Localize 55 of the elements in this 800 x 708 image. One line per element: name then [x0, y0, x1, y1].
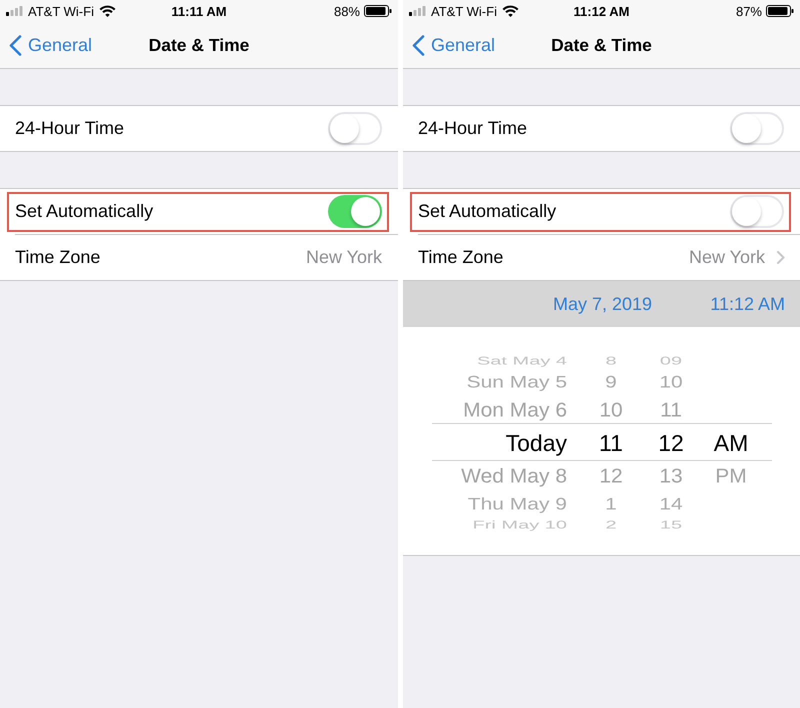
carrier-name: AT&T Wi-Fi [28, 4, 94, 18]
toggle-switch[interactable] [328, 112, 382, 145]
date-value[interactable]: May 7, 2019 [553, 290, 652, 318]
picker-period-item[interactable]: AM [714, 432, 748, 454]
picker-date-item[interactable]: Sat May 4 [476, 355, 567, 367]
signal-icon [409, 6, 426, 16]
battery-icon [766, 5, 794, 17]
screen-title: Date & Time [148, 34, 250, 57]
setting-label: Time Zone [418, 246, 504, 269]
signal-icon [6, 6, 23, 16]
setting-label: 24-Hour Time [418, 117, 528, 140]
picker-date-item[interactable]: Fri May 10 [472, 519, 567, 531]
setting-value: New York [306, 246, 382, 269]
picker-minute-item[interactable]: 13 [659, 466, 683, 486]
chevron-left-icon [412, 34, 425, 56]
picker-date-item[interactable]: Today [506, 432, 567, 454]
picker-minute-item[interactable]: 11 [660, 400, 682, 420]
setting-label: Time Zone [15, 246, 100, 269]
setting-value: New York [688, 246, 765, 269]
status-time: 11:11 AM [171, 4, 227, 18]
picker-hour-item[interactable]: 8 [605, 355, 617, 367]
picker-date-item[interactable]: Mon May 6 [463, 400, 567, 420]
carrier-name: AT&T Wi-Fi [431, 4, 497, 18]
picker-hour-item[interactable]: 12 [599, 466, 623, 486]
picker-minute-item[interactable]: 10 [659, 374, 683, 390]
picker-hour-item[interactable]: 11 [599, 432, 623, 454]
setting-label: Set Automatically [15, 200, 154, 223]
picker-period-item[interactable]: PM [715, 466, 747, 486]
back-button[interactable]: General [403, 32, 496, 58]
picker-hour-item[interactable]: 2 [605, 519, 617, 531]
picker-hour-item[interactable]: 1 [605, 496, 617, 512]
picker-date-item[interactable]: Thu May 9 [468, 496, 567, 512]
screen-title: Date & Time [551, 34, 652, 57]
picker-minute-item[interactable]: 15 [660, 519, 682, 531]
battery-percentage: 88% [334, 4, 360, 18]
picker-minute-item[interactable]: 09 [660, 355, 682, 367]
picker-date-item[interactable]: Wed May 8 [461, 466, 567, 486]
picker-date-item[interactable]: Sun May 5 [466, 374, 567, 390]
picker-hour-item[interactable]: 9 [605, 374, 617, 390]
toggle-switch[interactable] [730, 195, 784, 228]
chevron-left-icon [9, 34, 22, 56]
wifi-icon [502, 5, 519, 17]
back-button[interactable]: General [0, 32, 92, 58]
picker-minute-item[interactable]: 12 [658, 432, 684, 454]
picker-minute-item[interactable]: 14 [659, 496, 683, 512]
wifi-icon [98, 5, 116, 17]
toggle-switch[interactable] [328, 195, 382, 228]
toggle-switch[interactable] [730, 112, 784, 145]
time-value[interactable]: 11:12 AM [710, 290, 785, 318]
battery-icon [364, 5, 392, 17]
setting-label: Set Automatically [418, 200, 556, 223]
status-time: 11:12 AM [574, 4, 630, 18]
battery-percentage: 87% [736, 4, 762, 18]
setting-label: 24-Hour Time [15, 117, 124, 140]
picker-hour-item[interactable]: 10 [599, 400, 623, 420]
